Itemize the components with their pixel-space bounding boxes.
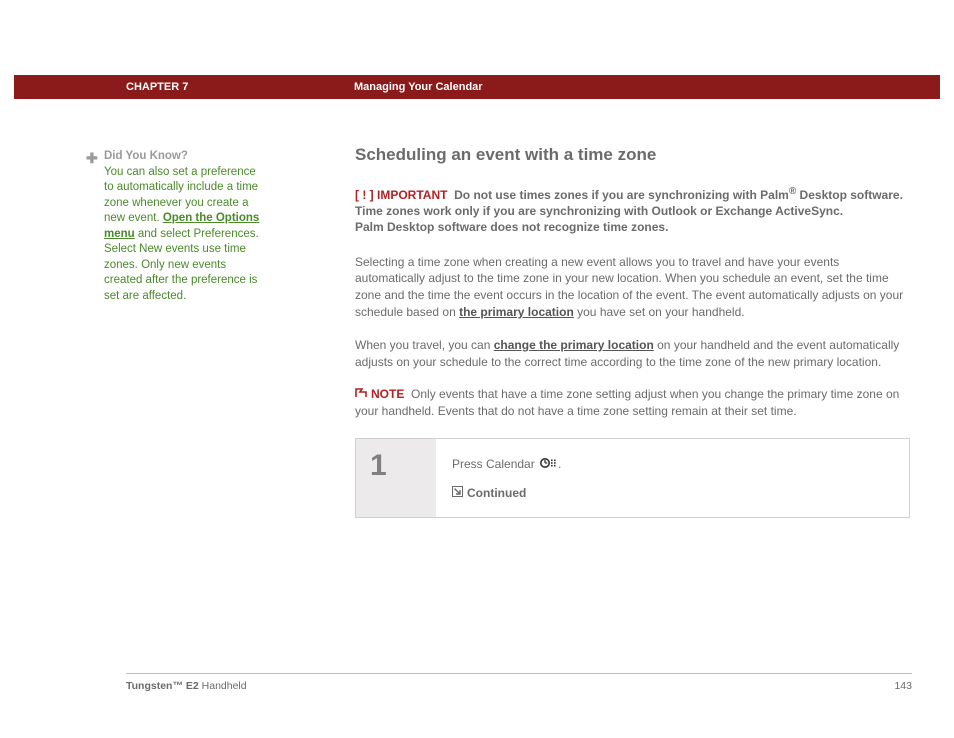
step-body: Press Calendar . Continued: [436, 439, 909, 517]
chapter-title: Managing Your Calendar: [354, 81, 483, 93]
paragraph-2: When you travel, you can change the prim…: [355, 337, 910, 371]
continued-arrow-icon: [452, 486, 463, 500]
continued-line: Continued: [452, 486, 893, 500]
chapter-header: CHAPTER 7 Managing Your Calendar: [14, 75, 940, 99]
footer: Tungsten™ E2 Handheld 143: [126, 680, 912, 692]
note-block: NOTE Only events that have a time zone s…: [355, 386, 910, 420]
step-period: .: [558, 457, 561, 471]
para1-after: you have set on your handheld.: [574, 305, 745, 319]
footer-divider: [126, 673, 912, 674]
para2-before: When you travel, you can: [355, 338, 494, 352]
step-number-cell: 1: [356, 439, 436, 517]
step-text: Press Calendar: [452, 457, 538, 471]
important-label: IMPORTANT: [377, 188, 447, 202]
footer-product-rest: Handheld: [199, 680, 247, 692]
sidebar-tip: ✚ Did You Know? You can also set a prefe…: [104, 149, 264, 304]
chapter-label: CHAPTER 7: [126, 81, 188, 93]
paragraph-1: Selecting a time zone when creating a ne…: [355, 254, 910, 321]
footer-product: Tungsten™ E2 Handheld: [126, 680, 247, 692]
footer-product-bold: Tungsten™ E2: [126, 680, 199, 692]
page-number: 143: [894, 680, 912, 692]
note-label: NOTE: [371, 387, 404, 401]
important-text-2: Palm Desktop software does not recognize…: [355, 220, 668, 234]
important-block: [ ! ] IMPORTANT Do not use times zones i…: [355, 185, 910, 236]
plus-icon: ✚: [86, 149, 98, 168]
note-text: Only events that have a time zone settin…: [355, 387, 899, 418]
important-text-1a: Do not use times zones if you are synchr…: [454, 188, 789, 202]
step-instruction: Press Calendar .: [452, 457, 893, 472]
note-flag-icon: [355, 386, 367, 403]
step-number: 1: [370, 449, 387, 483]
continued-label: Continued: [467, 486, 526, 500]
important-bracket-icon: [ ! ]: [355, 188, 374, 202]
calendar-icon: [540, 457, 558, 472]
page-title: Scheduling an event with a time zone: [355, 145, 910, 165]
sidebar-heading: Did You Know?: [104, 150, 188, 162]
primary-location-link[interactable]: the primary location: [459, 305, 574, 319]
step-box: 1 Press Calendar . Continued: [355, 438, 910, 518]
main-content: Scheduling an event with a time zone [ !…: [355, 145, 910, 518]
change-primary-location-link[interactable]: change the primary location: [494, 338, 654, 352]
